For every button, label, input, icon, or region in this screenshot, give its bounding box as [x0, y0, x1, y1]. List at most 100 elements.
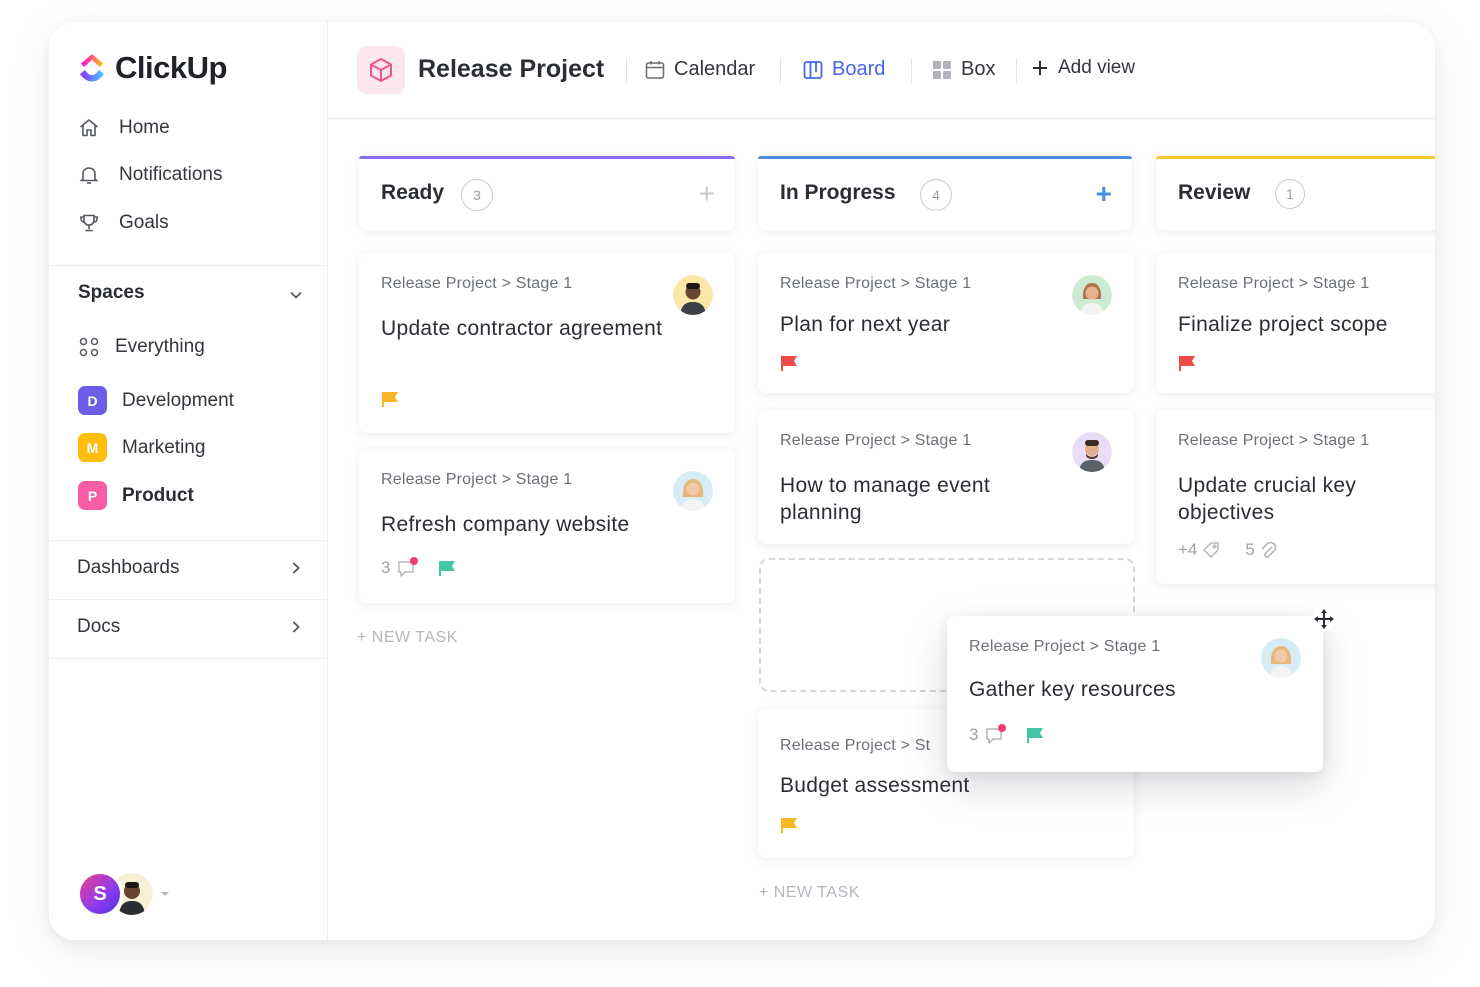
tab-calendar[interactable]: Calendar — [644, 58, 755, 81]
sidebar-divider — [49, 265, 328, 266]
flag-icon[interactable] — [381, 391, 400, 407]
add-task-plus-icon[interactable]: + — [1096, 180, 1112, 208]
view-separator — [780, 58, 781, 84]
flag-icon[interactable] — [438, 560, 457, 576]
task-breadcrumb: Release Project > Stage 1 — [969, 638, 1161, 655]
column-color-bar — [758, 156, 1132, 159]
space-product[interactable]: P Product — [78, 481, 194, 510]
task-breadcrumb: Release Project > Stage 1 — [780, 275, 972, 292]
task-breadcrumb: Release Project > Stage 1 — [381, 471, 573, 488]
task-title: Refresh company website — [381, 513, 630, 536]
cube-icon — [370, 58, 392, 82]
task-card[interactable]: Release Project > Stage 1 Plan for next … — [758, 253, 1134, 393]
space-marketing[interactable]: M Marketing — [78, 433, 205, 462]
column-header-in-progress: In Progress 4 + — [758, 156, 1132, 230]
plus-icon — [1033, 61, 1047, 75]
task-breadcrumb: Release Project > Stage 1 — [780, 432, 972, 449]
nav-home[interactable]: Home — [77, 116, 170, 140]
column-color-bar — [1156, 156, 1435, 159]
trophy-icon — [80, 214, 98, 232]
comment-icon — [986, 724, 1007, 744]
task-title: Plan for next year — [780, 313, 950, 336]
add-view-label: Add view — [1058, 57, 1136, 78]
board-icon — [803, 60, 823, 79]
space-development[interactable]: D Development — [78, 386, 234, 415]
task-breadcrumb: Release Project > Stage 1 — [1178, 275, 1370, 292]
column-title: Ready — [381, 181, 445, 204]
space-marketing-label: Marketing — [122, 436, 206, 458]
chevron-right-icon[interactable] — [287, 618, 305, 636]
column-title: In Progress — [780, 181, 896, 204]
view-separator — [1016, 58, 1017, 84]
task-title: Gather key resources — [969, 678, 1176, 701]
comment-count[interactable]: 3 — [969, 724, 1008, 746]
task-meta — [780, 817, 799, 833]
comment-count-value: 3 — [969, 725, 979, 744]
tag-icon — [1203, 542, 1220, 558]
user-avatars[interactable]: S — [77, 871, 171, 917]
task-card[interactable]: Release Project > Stage 1 How to manage … — [758, 410, 1134, 544]
new-task-button[interactable]: + NEW TASK — [759, 884, 860, 902]
dragging-task-card[interactable]: Release Project > Stage 1 Gather key res… — [947, 616, 1323, 772]
task-card[interactable]: Release Project > Stage 1 Refresh compan… — [359, 449, 735, 603]
tab-box-label: Box — [961, 58, 996, 80]
flag-icon[interactable] — [1178, 355, 1197, 371]
sidebar-item-docs[interactable]: Docs — [77, 616, 120, 638]
caret-down-icon[interactable] — [159, 888, 171, 900]
column-count-badge: 1 — [1275, 179, 1305, 209]
tag-count[interactable]: +4 — [1178, 540, 1221, 560]
add-task-plus-icon[interactable]: + — [699, 180, 715, 208]
space-product-label: Product — [122, 484, 194, 506]
nav-goals[interactable]: Goals — [77, 211, 169, 235]
flag-icon[interactable] — [780, 355, 799, 371]
column-color-bar — [359, 156, 735, 159]
sidebar-divider — [49, 540, 328, 541]
tag-count-value: +4 — [1178, 540, 1198, 559]
clickup-logo[interactable]: ClickUp — [77, 50, 227, 86]
task-meta — [1178, 355, 1197, 371]
sidebar: ClickUp Home Notifications Goals Spaces — [49, 22, 328, 940]
attachment-count-value: 5 — [1245, 540, 1255, 559]
task-meta — [381, 391, 400, 407]
comment-count-value: 3 — [381, 558, 391, 577]
new-task-button[interactable]: + NEW TASK — [357, 629, 458, 647]
top-header: Release Project Calendar Board Box Add v… — [328, 22, 1435, 119]
avatar — [673, 275, 713, 315]
sidebar-divider — [49, 658, 328, 659]
page-title: Release Project — [418, 55, 605, 83]
task-title: Finalize project scope — [1178, 313, 1388, 336]
column-title: Review — [1178, 181, 1251, 204]
flag-icon[interactable] — [1026, 727, 1045, 743]
comment-icon — [398, 557, 419, 577]
attachment-count[interactable]: 5 — [1245, 540, 1277, 560]
avatar — [1072, 432, 1112, 472]
nav-notifications[interactable]: Notifications — [77, 163, 223, 187]
task-card[interactable]: Release Project > Stage 1 Update contrac… — [359, 253, 735, 433]
task-title: How to manage event planning — [780, 474, 990, 524]
task-card[interactable]: Release Project > Stage 1 Finalize proje… — [1156, 253, 1435, 393]
tab-board[interactable]: Board — [802, 58, 885, 81]
app-name: ClickUp — [115, 50, 227, 85]
comment-count[interactable]: 3 — [381, 557, 420, 579]
task-breadcrumb: Release Project > Stage 1 — [381, 275, 573, 292]
space-badge: P — [78, 481, 107, 510]
sidebar-item-dashboards[interactable]: Dashboards — [77, 557, 179, 579]
task-card[interactable]: Release Project > Stage 1 Update crucial… — [1156, 410, 1435, 584]
space-development-label: Development — [122, 389, 234, 411]
flag-icon[interactable] — [780, 817, 799, 833]
task-meta: +4 5 — [1178, 540, 1277, 560]
task-title: Budget assessment — [780, 774, 970, 797]
task-meta — [780, 355, 799, 371]
chevron-down-icon[interactable] — [287, 286, 305, 304]
column-header-ready: Ready 3 + — [359, 156, 735, 230]
add-view-button[interactable]: Add view — [1030, 57, 1135, 79]
space-everything[interactable]: Everything — [78, 336, 205, 358]
task-meta: 3 — [969, 724, 1045, 746]
tab-board-label: Board — [832, 58, 886, 80]
nav-goals-label: Goals — [119, 212, 169, 233]
tab-box[interactable]: Box — [931, 58, 995, 81]
chevron-right-icon[interactable] — [287, 559, 305, 577]
tab-calendar-label: Calendar — [674, 58, 756, 80]
avatar — [1072, 275, 1112, 315]
column-count-badge: 3 — [461, 179, 493, 211]
